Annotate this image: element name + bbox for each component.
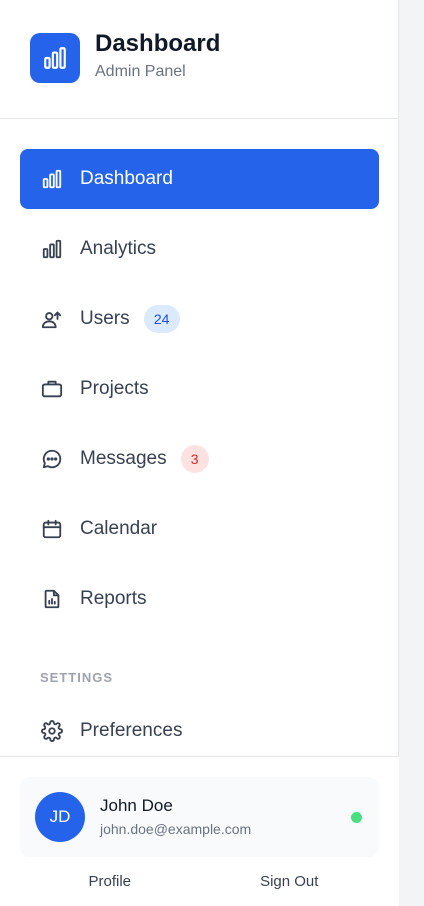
message-icon bbox=[40, 447, 64, 471]
brand-header: Dashboard Admin Panel bbox=[0, 0, 398, 119]
sign-out-link[interactable]: Sign Out bbox=[200, 873, 380, 890]
nav-item-calendar[interactable]: Calendar bbox=[20, 499, 379, 559]
user-name: John Doe bbox=[100, 796, 173, 815]
nav-item-projects[interactable]: Projects bbox=[20, 359, 379, 419]
profile-link[interactable]: Profile bbox=[20, 873, 200, 890]
nav-item-label: Users bbox=[80, 308, 130, 329]
avatar: JD bbox=[35, 792, 85, 842]
sidebar-footer: JD John Doe john.doe@example.com Profile… bbox=[0, 756, 399, 906]
bar-chart-icon bbox=[44, 46, 66, 69]
main-nav: Dashboard Analytics Users 24 Projects Me… bbox=[20, 149, 379, 639]
nav-item-analytics[interactable]: Analytics bbox=[20, 219, 379, 279]
nav-item-label: Messages bbox=[80, 448, 167, 469]
briefcase-icon bbox=[40, 377, 64, 401]
nav-item-label: Calendar bbox=[80, 518, 158, 539]
nav-item-label: Dashboard bbox=[80, 168, 173, 189]
user-card[interactable]: JD John Doe john.doe@example.com bbox=[20, 777, 379, 857]
bar-chart-icon bbox=[40, 167, 64, 191]
nav-item-dashboard[interactable]: Dashboard bbox=[20, 149, 379, 209]
messages-count-badge: 3 bbox=[180, 445, 209, 473]
gear-icon bbox=[40, 719, 64, 743]
nav-item-preferences[interactable]: Preferences bbox=[20, 701, 379, 761]
nav-item-label: Reports bbox=[80, 588, 147, 609]
nav-item-label: Preferences bbox=[80, 720, 183, 741]
brand-logo bbox=[30, 32, 80, 83]
users-count-badge: 24 bbox=[143, 305, 180, 333]
user-email: john.doe@example.com bbox=[100, 821, 252, 837]
nav-item-messages[interactable]: Messages 3 bbox=[20, 429, 379, 489]
bar-chart-icon bbox=[40, 237, 64, 261]
nav-item-label: Projects bbox=[80, 378, 149, 399]
app-subtitle: Admin Panel bbox=[95, 63, 186, 80]
sidebar: Dashboard Admin Panel Dashboard Analytic… bbox=[0, 0, 399, 906]
nav-item-label: Analytics bbox=[80, 238, 157, 259]
online-status-indicator bbox=[351, 812, 362, 823]
app-title: Dashboard bbox=[95, 30, 221, 57]
settings-section-label: SETTINGS bbox=[40, 670, 114, 685]
nav-item-users[interactable]: Users 24 bbox=[20, 289, 379, 349]
nav-item-reports[interactable]: Reports bbox=[20, 569, 379, 629]
report-icon bbox=[40, 587, 64, 611]
users-icon bbox=[40, 307, 64, 331]
calendar-icon bbox=[40, 517, 64, 541]
